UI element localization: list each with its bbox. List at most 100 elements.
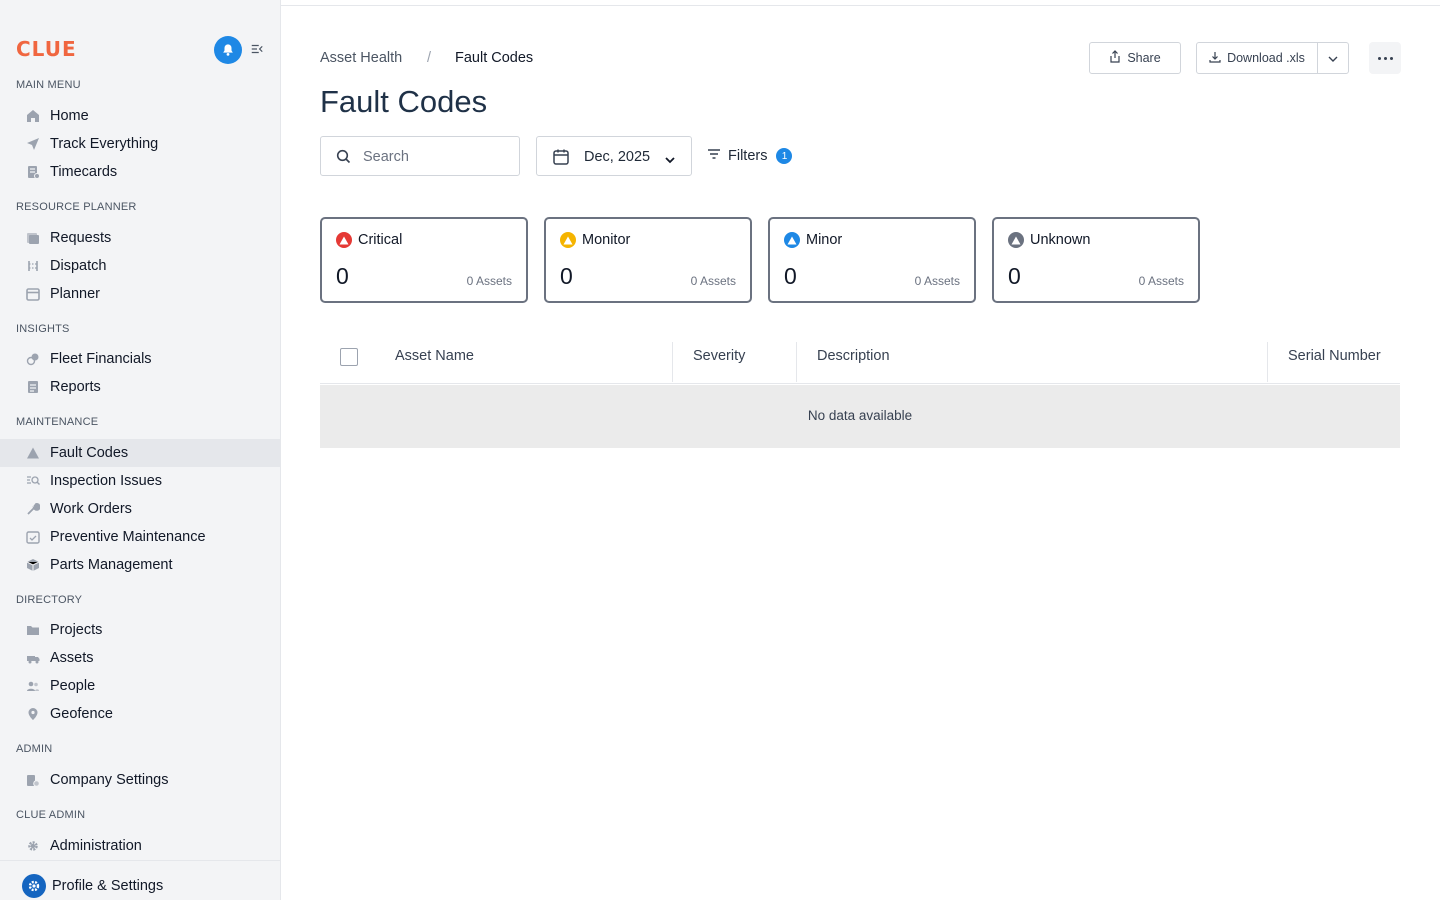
more-options-button[interactable]: [1369, 42, 1401, 74]
download-xls-button[interactable]: Download .xls: [1196, 42, 1318, 74]
month-picker[interactable]: Dec, 2025: [536, 136, 692, 176]
chevron-down-icon: [1328, 51, 1338, 65]
column-divider[interactable]: [1267, 342, 1268, 382]
dot: [1389, 56, 1393, 60]
sidebar-item-fault-codes[interactable]: Fault Codes: [0, 439, 280, 467]
month-value: Dec, 2025: [584, 149, 651, 165]
column-header-asset-name[interactable]: Asset Name: [395, 348, 474, 364]
sidebar-item-company-settings[interactable]: Company Settings: [0, 766, 280, 794]
section-clue-admin: CLUE ADMIN: [16, 809, 86, 821]
chevron-down-icon: [665, 151, 675, 169]
sidebar-item-label: Home: [50, 108, 89, 124]
sidebar-item-projects[interactable]: Projects: [0, 616, 280, 644]
sidebar: CLUE MAIN MENU Home Track Everything Tim…: [0, 0, 281, 900]
section-admin: ADMIN: [16, 743, 53, 755]
sidebar-item-label: Projects: [50, 622, 103, 638]
sidebar-item-fleet-financials[interactable]: Fleet Financials: [0, 345, 280, 373]
filters-label: Filters: [728, 148, 768, 164]
search-placeholder: Search: [363, 149, 409, 165]
filters-button[interactable]: Filters 1: [707, 146, 793, 166]
inspection-search-icon: [26, 474, 40, 488]
sidebar-item-administration[interactable]: Administration: [0, 832, 280, 860]
download-icon: [1209, 51, 1221, 66]
select-all-checkbox[interactable]: [340, 348, 358, 366]
column-header-serial-number[interactable]: Serial Number: [1288, 348, 1381, 364]
settings-gear-icon[interactable]: [22, 874, 46, 898]
sidebar-item-label: Inspection Issues: [50, 473, 163, 489]
severity-card-critical[interactable]: Critical 0 0 Assets: [320, 217, 528, 303]
share-icon: [1109, 50, 1121, 66]
sidebar-item-inspection-issues[interactable]: Inspection Issues: [0, 467, 280, 495]
sidebar-item-requests[interactable]: Requests: [0, 224, 280, 252]
card-title: Monitor: [582, 232, 631, 248]
card-assets: 0 Assets: [914, 274, 960, 288]
empty-table-row: No data available: [320, 385, 1400, 448]
dispatch-icon: [26, 259, 40, 273]
clue-logo[interactable]: CLUE: [16, 37, 77, 61]
empty-message: No data available: [807, 408, 913, 423]
sidebar-item-label: Reports: [50, 379, 101, 395]
profile-settings-link[interactable]: Profile & Settings: [52, 878, 163, 894]
sidebar-item-label: Administration: [50, 838, 142, 854]
sidebar-item-geofence[interactable]: Geofence: [0, 700, 280, 728]
dot: [1383, 56, 1387, 60]
sidebar-item-label: Requests: [50, 230, 112, 246]
column-header-description[interactable]: Description: [817, 348, 890, 364]
wrench-icon: [26, 502, 40, 516]
notifications-bell-icon[interactable]: [214, 36, 242, 64]
sidebar-item-work-orders[interactable]: Work Orders: [0, 495, 280, 523]
sidebar-item-assets[interactable]: Assets: [0, 644, 280, 672]
sidebar-item-timecards[interactable]: Timecards: [0, 158, 280, 186]
sidebar-item-home[interactable]: Home: [0, 102, 280, 130]
sidebar-item-reports[interactable]: Reports: [0, 373, 280, 401]
sidebar-item-people[interactable]: People: [0, 672, 280, 700]
section-maintenance: MAINTENANCE: [16, 416, 99, 428]
card-count: 0: [336, 263, 349, 289]
download-options-dropdown[interactable]: [1317, 42, 1349, 74]
sidebar-item-label: Geofence: [50, 706, 113, 722]
calendar-icon: [26, 287, 40, 301]
sidebar-item-planner[interactable]: Planner: [0, 280, 280, 308]
severity-card-unknown[interactable]: Unknown 0 0 Assets: [992, 217, 1200, 303]
breadcrumb-current: Fault Codes: [455, 50, 534, 66]
people-icon: [26, 679, 40, 693]
minor-alert-icon: [784, 232, 800, 248]
sidebar-item-label: Work Orders: [50, 501, 132, 517]
sidebar-item-preventive-maintenance[interactable]: Preventive Maintenance: [0, 523, 280, 551]
sidebar-item-label: Assets: [50, 650, 94, 666]
section-insights: INSIGHTS: [16, 323, 70, 335]
calendar-icon: [552, 148, 570, 171]
monitor-alert-icon: [560, 232, 576, 248]
sidebar-item-dispatch[interactable]: Dispatch: [0, 252, 280, 280]
share-label: Share: [1127, 51, 1161, 65]
search-input[interactable]: Search: [320, 136, 520, 176]
coins-icon: [26, 352, 40, 366]
sidebar-item-label: Company Settings: [50, 772, 169, 788]
sidebar-item-parts-management[interactable]: Parts Management: [0, 551, 280, 579]
box-icon: [26, 558, 40, 572]
filter-icon: [707, 147, 721, 165]
warning-triangle-icon: [26, 446, 40, 460]
severity-card-monitor[interactable]: Monitor 0 0 Assets: [544, 217, 752, 303]
building-gear-icon: [26, 773, 40, 787]
sidebar-item-track-everything[interactable]: Track Everything: [0, 130, 280, 158]
map-pin-icon: [26, 707, 40, 721]
sidebar-item-label: Dispatch: [50, 258, 107, 274]
top-divider: [281, 0, 1440, 6]
breadcrumb-separator: /: [427, 50, 432, 66]
breadcrumb-parent[interactable]: Asset Health: [320, 50, 402, 66]
severity-card-minor[interactable]: Minor 0 0 Assets: [768, 217, 976, 303]
critical-alert-icon: [336, 232, 352, 248]
card-count: 0: [1008, 263, 1021, 289]
share-button[interactable]: Share: [1089, 42, 1181, 74]
folder-icon: [26, 623, 40, 637]
report-icon: [26, 380, 40, 394]
column-divider[interactable]: [672, 342, 673, 382]
sidebar-item-label: Timecards: [50, 164, 118, 180]
sidebar-item-label: Preventive Maintenance: [50, 529, 206, 545]
calendar-check-icon: [26, 530, 40, 544]
collapse-sidebar-icon[interactable]: [250, 42, 266, 58]
column-divider[interactable]: [796, 342, 797, 382]
requests-icon: [26, 231, 40, 245]
column-header-severity[interactable]: Severity: [693, 348, 745, 364]
